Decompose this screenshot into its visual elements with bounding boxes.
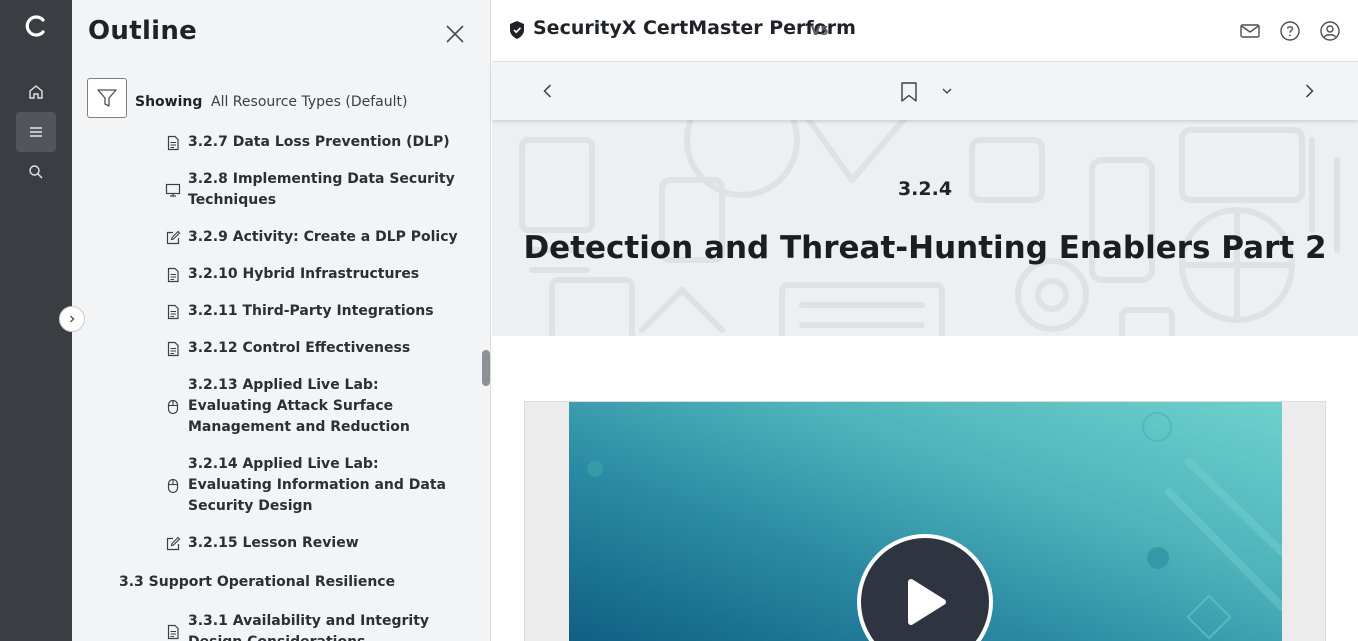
- outline-item[interactable]: 3.2.10 Hybrid Infrastructures: [188, 264, 458, 285]
- document-icon: [167, 304, 179, 320]
- mail-icon[interactable]: [1239, 20, 1261, 42]
- outline-panel: Outline Showing All Resource Types (Defa…: [72, 0, 491, 641]
- edit-icon: [166, 536, 181, 551]
- outline-item[interactable]: 3.2.9 Activity: Create a DLP Policy: [188, 227, 458, 248]
- list-icon: [30, 127, 42, 137]
- search-icon: [29, 165, 43, 179]
- outline-item[interactable]: 3.2.13 Applied Live Lab: Evaluating Atta…: [188, 375, 458, 438]
- outline-title: Outline: [88, 16, 198, 46]
- outline-scrollbar[interactable]: [482, 350, 490, 386]
- help-icon[interactable]: [1279, 20, 1301, 42]
- expand-rail-button[interactable]: [59, 306, 85, 332]
- lesson-number: 3.2.4: [897, 178, 953, 200]
- chevron-right-icon: [70, 315, 75, 323]
- home-button[interactable]: [16, 72, 56, 112]
- lesson-title: Detection and Threat-Hunting Enablers Pa…: [523, 230, 1327, 266]
- video-thumbnail[interactable]: [569, 402, 1282, 641]
- filter-button[interactable]: [87, 78, 127, 118]
- outline-item[interactable]: 3.2.8 Implementing Data Security Techniq…: [188, 169, 458, 211]
- search-button[interactable]: [16, 152, 56, 192]
- outline-item[interactable]: 3.2.7 Data Loss Prevention (DLP): [188, 132, 458, 153]
- outline-button[interactable]: [16, 112, 56, 152]
- outline-item[interactable]: 3.2.11 Third-Party Integrations: [188, 301, 458, 322]
- chevron-down-icon[interactable]: [940, 84, 954, 98]
- close-icon[interactable]: [444, 23, 466, 45]
- play-icon: [908, 579, 946, 625]
- bookmark-icon[interactable]: [899, 81, 919, 103]
- user-account-icon[interactable]: [1319, 20, 1341, 42]
- outline-item[interactable]: 3.2.14 Applied Live Lab: Evaluating Info…: [188, 454, 458, 517]
- next-page-icon[interactable]: [1300, 82, 1318, 100]
- app-logo-icon[interactable]: [21, 11, 51, 41]
- version-badge: V5: [811, 24, 829, 38]
- mouse-icon: [167, 399, 179, 415]
- filter-value[interactable]: All Resource Types (Default): [211, 94, 407, 110]
- document-icon: [167, 135, 179, 151]
- outline-section[interactable]: 3.3 Support Operational Resilience: [119, 574, 395, 590]
- outline-item[interactable]: 3.2.15 Lesson Review: [188, 533, 458, 554]
- play-button[interactable]: [857, 534, 993, 641]
- filter-label: Showing: [135, 94, 203, 110]
- mouse-icon: [167, 478, 179, 494]
- shield-icon: [510, 21, 524, 39]
- filter-icon: [97, 89, 117, 107]
- edit-icon: [166, 230, 181, 245]
- previous-page-icon[interactable]: [539, 82, 557, 100]
- lesson-nav-bar: [492, 62, 1358, 120]
- document-icon: [167, 624, 179, 640]
- monitor-icon: [165, 183, 181, 197]
- home-icon: [29, 85, 43, 99]
- outline-item[interactable]: 3.3.1 Availability and Integrity Design …: [188, 611, 458, 641]
- app-title: SecurityX CertMaster Perform: [533, 17, 856, 39]
- outline-item[interactable]: 3.2.12 Control Effectiveness: [188, 338, 458, 359]
- background-pattern-graphic: [519, 120, 1340, 336]
- document-icon: [167, 267, 179, 283]
- video-player[interactable]: [524, 401, 1326, 641]
- document-icon: [167, 341, 179, 357]
- app-header: SecurityX CertMaster Perform V5: [492, 0, 1358, 62]
- lesson-hero: 3.2.4 Detection and Threat-Hunting Enabl…: [492, 120, 1358, 336]
